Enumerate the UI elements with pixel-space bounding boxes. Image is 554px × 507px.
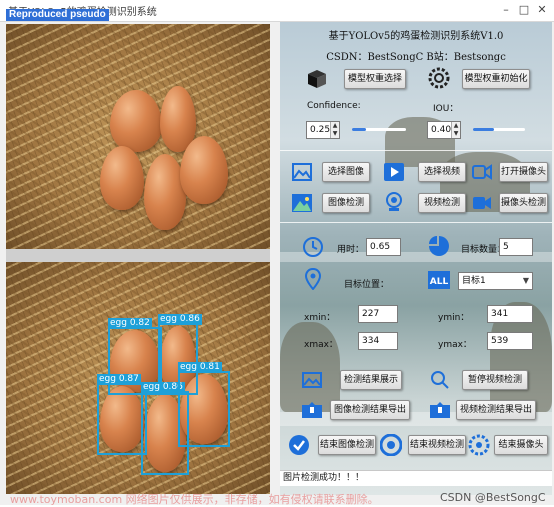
window-badge: Reproduced pseudo xyxy=(6,9,109,21)
minimize-icon[interactable]: – xyxy=(500,4,512,16)
landscape-icon xyxy=(292,194,312,212)
ymax-field[interactable]: 539 xyxy=(487,332,533,350)
all-icon: ALL xyxy=(428,271,450,289)
count-field[interactable]: 5 xyxy=(499,238,533,256)
model-init-button[interactable]: 模型权重初始化 xyxy=(462,69,530,89)
xmax-field[interactable]: 334 xyxy=(358,332,398,350)
end-image-button[interactable]: 结束图像检测 xyxy=(318,435,376,455)
detection-label: egg 0.82 xyxy=(108,318,152,329)
maximize-icon[interactable]: □ xyxy=(518,4,530,16)
pause-video-button[interactable]: 暂停视频检测 xyxy=(462,370,528,390)
divider xyxy=(280,150,552,151)
confidence-slider[interactable] xyxy=(352,128,406,131)
camera-icon xyxy=(473,197,491,209)
status-bar: 图片检测成功！！！ xyxy=(280,470,552,486)
model-select-button[interactable]: 模型权重选择 xyxy=(344,69,406,89)
ymin-field[interactable]: 341 xyxy=(487,305,533,323)
camera-detect-button[interactable]: 摄像头检测 xyxy=(499,193,548,213)
iou-label: IOU： xyxy=(433,104,459,114)
gear-icon xyxy=(428,67,450,89)
pie-chart-icon xyxy=(429,236,449,256)
egg-image xyxy=(110,90,162,152)
xmin-field[interactable]: 227 xyxy=(358,305,398,323)
end-camera-button[interactable]: 结束摄像头 xyxy=(494,435,548,455)
svg-text:ALL: ALL xyxy=(430,277,449,287)
webcam-icon xyxy=(386,192,402,211)
time-field[interactable]: 0.65 xyxy=(366,238,401,256)
divider xyxy=(280,222,552,223)
spin-arrows-icon[interactable]: ▲ ▼ xyxy=(330,122,339,138)
video-detect-button[interactable]: 视频检测 xyxy=(418,193,466,213)
detection-box: egg 0.87 xyxy=(97,374,147,455)
cube-icon xyxy=(308,70,326,88)
app-window: 基于YOLOv5的鸡蛋检测识别系统 Reproduced pseudo – □ … xyxy=(0,0,554,506)
chevron-down-icon[interactable]: ▼ xyxy=(523,273,529,289)
detection-label: egg 0.87 xyxy=(97,374,141,385)
slider-fill xyxy=(352,128,366,131)
play-icon xyxy=(384,163,404,181)
export-icon xyxy=(430,402,450,418)
camera-icon xyxy=(472,164,492,180)
control-panel: 基于YOLOv5的鸡蛋检测识别系统V1.0 CSDN：BestSongC B站：… xyxy=(280,22,552,495)
confidence-spinbox[interactable]: 0.25 ▲ ▼ xyxy=(306,121,340,139)
end-video-button[interactable]: 结束视频检测 xyxy=(408,435,466,455)
slider-fill xyxy=(473,128,494,131)
stop-icon xyxy=(380,434,402,456)
close-icon[interactable]: ✕ xyxy=(536,4,548,16)
location-icon xyxy=(304,268,322,290)
export-icon xyxy=(302,402,322,418)
gear-icon xyxy=(468,434,490,456)
check-icon xyxy=(289,435,309,455)
show-result-button[interactable]: 检测结果展示 xyxy=(340,370,402,390)
ymax-label: ymax： xyxy=(438,340,472,350)
image-pane: egg 0.82 egg 0.86 egg 0.87 egg 0.86 egg … xyxy=(6,24,270,494)
select-image-button[interactable]: 选择图像 xyxy=(322,162,370,182)
export-image-button[interactable]: 图像检测结果导出 xyxy=(330,400,410,420)
open-camera-button[interactable]: 打开摄像头 xyxy=(499,162,548,182)
confidence-label: Confidence: xyxy=(307,101,361,111)
xmax-label: xmax： xyxy=(304,340,338,350)
spin-arrows-icon[interactable]: ▲ ▼ xyxy=(451,122,460,138)
xmin-label: xmin： xyxy=(304,313,336,323)
image-detect-button[interactable]: 图像检测 xyxy=(322,193,370,213)
app-subtitle: CSDN：BestSongC B站：Bestsongc xyxy=(326,52,506,63)
original-image xyxy=(6,24,270,249)
ymin-label: ymin： xyxy=(438,313,470,323)
app-title: 基于YOLOv5的鸡蛋检测识别系统V1.0 xyxy=(328,31,504,42)
time-label: 用时： xyxy=(337,245,365,255)
search-icon xyxy=(431,371,449,389)
detection-label: egg 0.86 xyxy=(158,314,202,325)
iou-slider[interactable] xyxy=(473,128,525,131)
export-video-button[interactable]: 视频检测结果导出 xyxy=(456,400,536,420)
iou-spinbox[interactable]: 0.40 ▲ ▼ xyxy=(427,121,461,139)
image-icon xyxy=(302,372,322,388)
detection-label: egg 0.81 xyxy=(178,362,222,373)
detection-box: egg 0.81 xyxy=(178,362,230,447)
title-bar: 基于YOLOv5的鸡蛋检测识别系统 Reproduced pseudo – □ … xyxy=(0,0,554,22)
image-icon xyxy=(292,163,312,181)
select-video-button[interactable]: 选择视频 xyxy=(418,162,466,182)
target-select[interactable]: 目标1 ▼ xyxy=(458,272,533,290)
clock-icon xyxy=(303,237,323,257)
footer-credit: CSDN @BestSongC xyxy=(440,491,546,504)
detection-image: egg 0.82 egg 0.86 egg 0.87 egg 0.86 egg … xyxy=(6,262,270,494)
position-label: 目标位置： xyxy=(344,280,390,290)
